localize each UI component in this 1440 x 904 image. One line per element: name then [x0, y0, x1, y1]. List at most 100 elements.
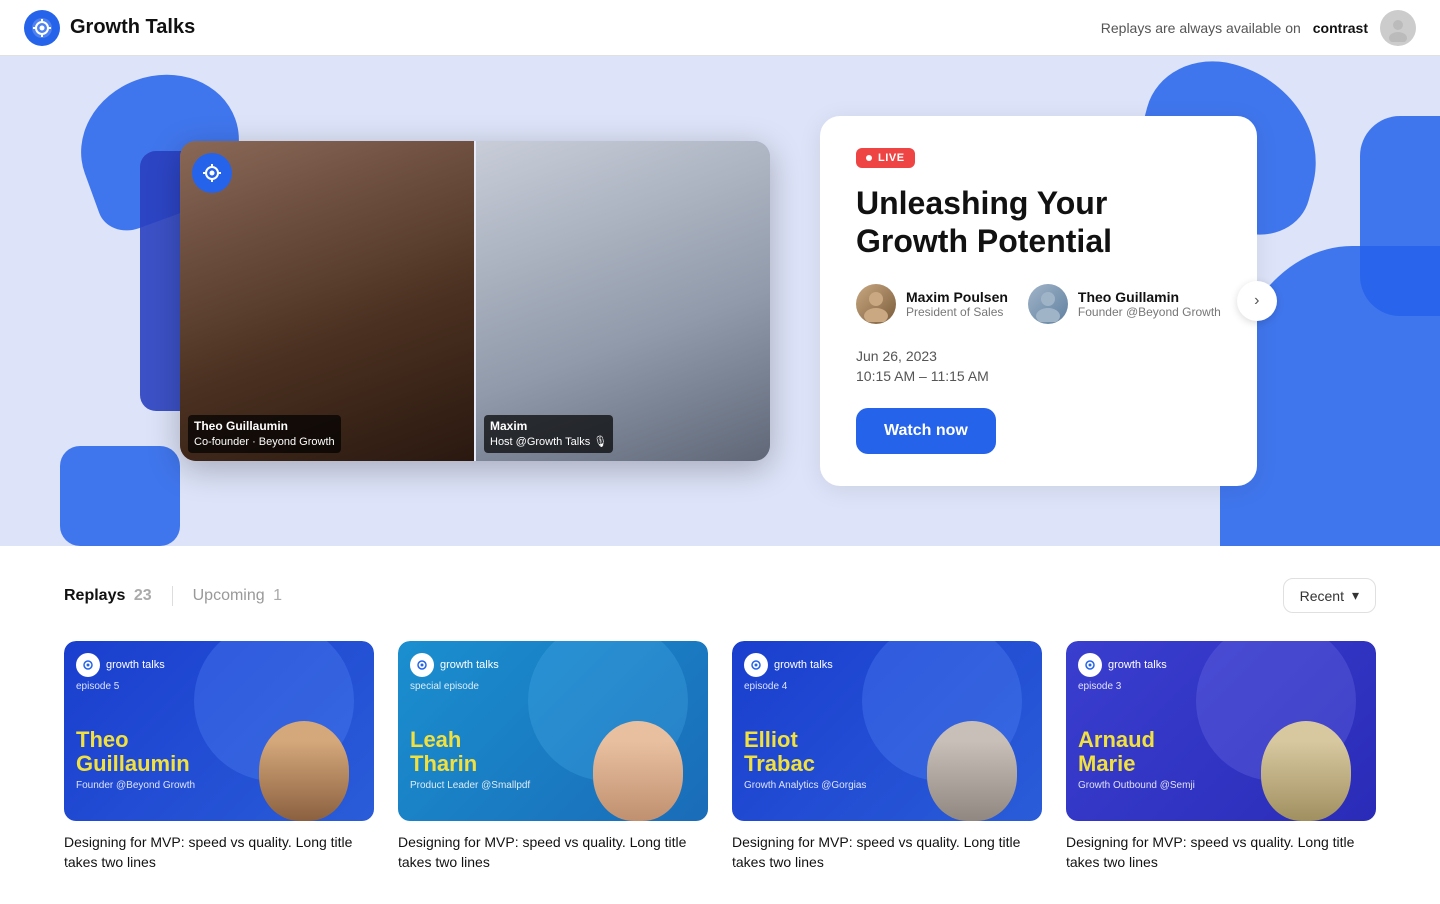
- card-person-role-1: Founder @Beyond Growth: [76, 780, 195, 791]
- video-stack: Theo Guillaumin Co-founder · Beyond Grow…: [180, 131, 780, 471]
- episode-card-3[interactable]: growth talks episode 4 ElliotTrabac Grow…: [732, 641, 1042, 872]
- speaker-1: Maxim Poulsen President of Sales: [856, 284, 1008, 324]
- card-title-2: Designing for MVP: speed vs quality. Lon…: [398, 833, 708, 872]
- face-circle-3: [927, 721, 1017, 821]
- card-logo-1: growth talks: [76, 653, 165, 677]
- episode-card-4[interactable]: growth talks episode 3 ArnaudMarie Growt…: [1066, 641, 1376, 872]
- card-logo-2: growth talks: [410, 653, 499, 677]
- card-title-3: Designing for MVP: speed vs quality. Lon…: [732, 833, 1042, 872]
- speaker-2-info: Theo Guillamin Founder @Beyond Growth: [1078, 289, 1221, 319]
- user-avatar[interactable]: [1380, 10, 1416, 46]
- card-thumbnail-4: growth talks episode 3 ArnaudMarie Growt…: [1066, 641, 1376, 821]
- card-thumbnail-3: growth talks episode 4 ElliotTrabac Grow…: [732, 641, 1042, 821]
- speaker-2: Theo Guillamin Founder @Beyond Growth: [1028, 284, 1221, 324]
- session-info-card: LIVE Unleashing Your Growth Potential Ma…: [820, 116, 1257, 487]
- person-left-fill: [180, 141, 474, 461]
- episode-card-2[interactable]: growth talks special episode LeahTharin …: [398, 641, 708, 872]
- video-label-left: Theo Guillaumin Co-founder · Beyond Grow…: [188, 415, 341, 453]
- hero-section: Theo Guillaumin Co-founder · Beyond Grow…: [0, 56, 1440, 546]
- session-time: 10:15 AM – 11:15 AM: [856, 368, 1221, 384]
- tab-replays[interactable]: Replays 23: [64, 587, 152, 605]
- tab-separator: [172, 586, 173, 606]
- episodes-grid: growth talks episode 5 TheoGuillaumin Fo…: [64, 641, 1376, 872]
- session-date: Jun 26, 2023: [856, 348, 1221, 364]
- contrast-link[interactable]: contrast: [1313, 20, 1368, 36]
- video-player[interactable]: Theo Guillaumin Co-founder · Beyond Grow…: [180, 141, 770, 461]
- card-person-name-1: TheoGuillaumin: [76, 728, 195, 776]
- card-logo-text-4: growth talks: [1108, 659, 1167, 671]
- live-badge: LIVE: [856, 148, 915, 168]
- speaker-1-avatar: [856, 284, 896, 324]
- watch-now-button[interactable]: Watch now: [856, 408, 996, 454]
- speaker-2-name: Theo Guillamin: [1078, 289, 1221, 305]
- face-sim-1: [234, 661, 374, 821]
- card-logo-4: growth talks: [1078, 653, 1167, 677]
- card-logo-text-3: growth talks: [774, 659, 833, 671]
- card-name-block-3: ElliotTrabac Growth Analytics @Gorgias: [744, 728, 866, 791]
- card-thumbnail-2: growth talks special episode LeahTharin …: [398, 641, 708, 821]
- card-person-name-4: ArnaudMarie: [1078, 728, 1195, 776]
- card-logo-text-2: growth talks: [440, 659, 499, 671]
- card-episode-label-4: episode 3: [1078, 681, 1121, 692]
- face-sim-3: [902, 661, 1042, 821]
- card-face-3: [902, 661, 1042, 821]
- card-person-role-4: Growth Outbound @Semji: [1078, 780, 1195, 791]
- sort-label: Recent: [1300, 588, 1344, 604]
- live-dot: [866, 155, 872, 161]
- video-logo-overlay: [192, 153, 232, 193]
- next-session-arrow[interactable]: ›: [1237, 281, 1277, 321]
- video-half-right: Maxim Host @Growth Talks 🎙: [476, 141, 770, 461]
- face-sim-4: [1236, 661, 1376, 821]
- sort-chevron-icon: ▾: [1352, 587, 1359, 604]
- card-logo-icon-1: [76, 653, 100, 677]
- video-label-right: Maxim Host @Growth Talks 🎙: [484, 415, 613, 453]
- header-brand: Growth Talks: [24, 10, 195, 46]
- tab-upcoming[interactable]: Upcoming 1: [193, 587, 282, 605]
- upcoming-count: 1: [273, 587, 282, 604]
- bg-shape-5: [1360, 116, 1440, 316]
- speaker-2-avatar: [1028, 284, 1068, 324]
- card-logo-icon-4: [1078, 653, 1102, 677]
- session-title: Unleashing Your Growth Potential: [856, 184, 1221, 261]
- episode-card-1[interactable]: growth talks episode 5 TheoGuillaumin Fo…: [64, 641, 374, 872]
- card-face-1: [234, 661, 374, 821]
- person-right-fill: [476, 141, 770, 461]
- speaker-2-role: Founder @Beyond Growth: [1078, 305, 1221, 319]
- tabs-row: Replays 23 Upcoming 1 Recent ▾: [64, 578, 1376, 613]
- content-section: Replays 23 Upcoming 1 Recent ▾ gr: [0, 546, 1440, 904]
- hero-content: Theo Guillaumin Co-founder · Beyond Grow…: [120, 116, 1320, 487]
- sort-button[interactable]: Recent ▾: [1283, 578, 1376, 613]
- app-logo-icon: [24, 10, 60, 46]
- card-name-block-1: TheoGuillaumin Founder @Beyond Growth: [76, 728, 195, 791]
- card-person-name-2: LeahTharin: [410, 728, 530, 776]
- card-episode-label-1: episode 5: [76, 681, 119, 692]
- replay-text: Replays are always available on: [1101, 20, 1301, 36]
- card-logo-3: growth talks: [744, 653, 833, 677]
- video-half-left: Theo Guillaumin Co-founder · Beyond Grow…: [180, 141, 474, 461]
- speaker-1-info: Maxim Poulsen President of Sales: [906, 289, 1008, 319]
- face-circle-2: [593, 721, 683, 821]
- card-logo-icon-3: [744, 653, 768, 677]
- header-replay-info: Replays are always available on contrast: [1101, 10, 1416, 46]
- app-title: Growth Talks: [70, 16, 195, 39]
- card-person-role-3: Growth Analytics @Gorgias: [744, 780, 866, 791]
- app-header: Growth Talks Replays are always availabl…: [0, 0, 1440, 56]
- card-person-role-2: Product Leader @Smallpdf: [410, 780, 530, 791]
- card-title-4: Designing for MVP: speed vs quality. Lon…: [1066, 833, 1376, 872]
- face-sim-2: [568, 661, 708, 821]
- card-face-4: [1236, 661, 1376, 821]
- card-episode-label-3: episode 4: [744, 681, 787, 692]
- face-circle-4: [1261, 721, 1351, 821]
- face-circle-1: [259, 721, 349, 821]
- card-name-block-4: ArnaudMarie Growth Outbound @Semji: [1078, 728, 1195, 791]
- replays-count: 23: [134, 587, 152, 604]
- card-logo-icon-2: [410, 653, 434, 677]
- card-name-block-2: LeahTharin Product Leader @Smallpdf: [410, 728, 530, 791]
- card-face-2: [568, 661, 708, 821]
- speaker-1-role: President of Sales: [906, 305, 1008, 319]
- card-title-1: Designing for MVP: speed vs quality. Lon…: [64, 833, 374, 872]
- card-person-name-3: ElliotTrabac: [744, 728, 866, 776]
- speakers-list: Maxim Poulsen President of Sales Theo Gu…: [856, 284, 1221, 324]
- card-thumbnail-1: growth talks episode 5 TheoGuillaumin Fo…: [64, 641, 374, 821]
- speaker-1-name: Maxim Poulsen: [906, 289, 1008, 305]
